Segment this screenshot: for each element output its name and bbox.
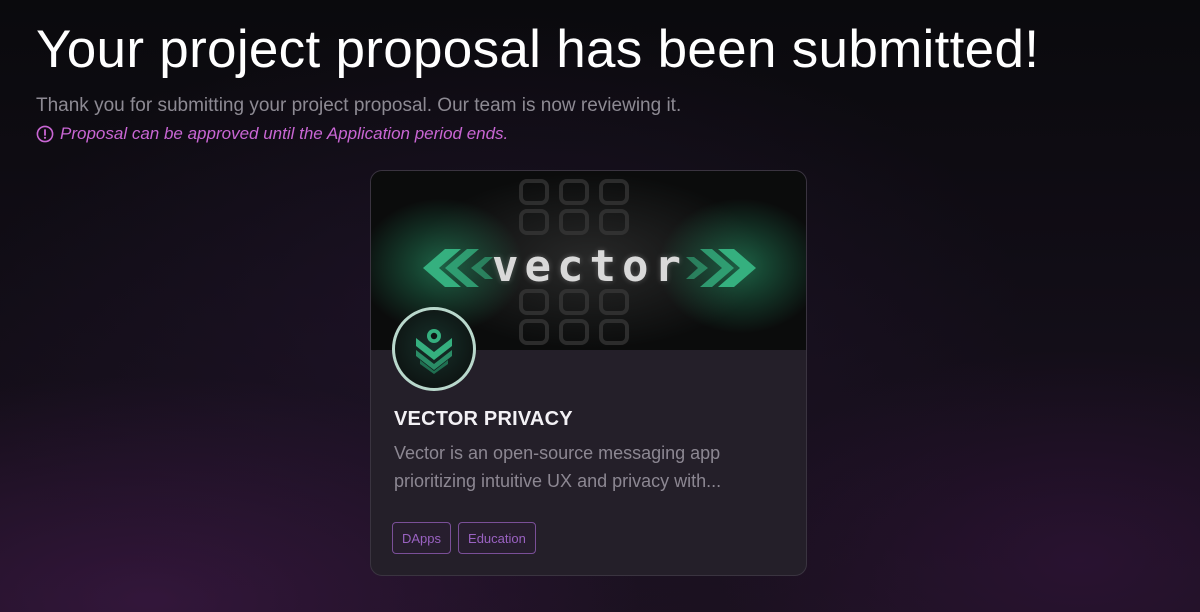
- alert-circle-icon: [36, 125, 54, 143]
- banner-wordmark: vector: [492, 241, 687, 292]
- project-logo: [392, 307, 476, 391]
- tag-education[interactable]: Education: [458, 522, 536, 554]
- tag-dapps[interactable]: DApps: [392, 522, 452, 554]
- approval-notice-text: Proposal can be approved until the Appli…: [60, 124, 509, 143]
- project-description: Vector is an open-source messaging app p…: [394, 443, 722, 491]
- project-name[interactable]: VECTOR PRIVACY: [394, 408, 573, 431]
- vector-shield-logo-icon: [416, 329, 452, 374]
- confirmation-message: Thank you for submitting your project pr…: [36, 95, 682, 116]
- page-title: Your project proposal has been submitted…: [36, 20, 1040, 79]
- project-tags: DApps Education: [392, 522, 536, 554]
- approval-notice: Proposal can be approved until the Appli…: [36, 123, 508, 145]
- project-card[interactable]: vector VECTOR PRIVACY Vector is an open-…: [370, 170, 807, 576]
